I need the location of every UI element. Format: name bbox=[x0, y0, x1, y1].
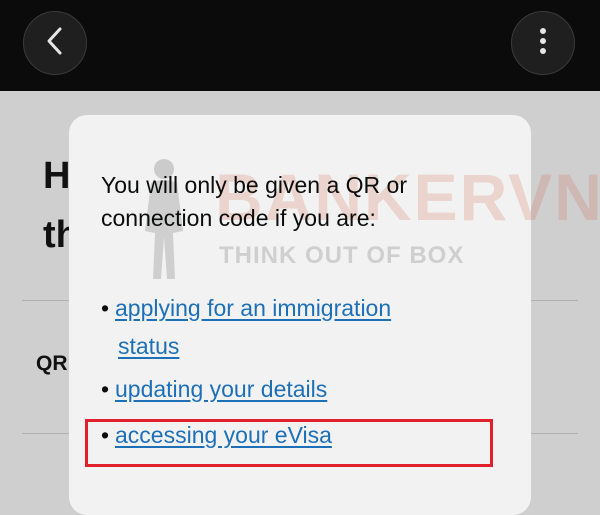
more-options-button[interactable] bbox=[511, 11, 575, 75]
chevron-left-icon bbox=[43, 26, 67, 61]
link-updating-details[interactable]: updating your details bbox=[115, 370, 327, 408]
link-applying-immigration-status-cont[interactable]: status bbox=[118, 327, 179, 365]
background-heading-line1: H bbox=[43, 155, 71, 197]
link-applying-immigration-status[interactable]: applying for an immigration bbox=[115, 289, 391, 327]
watermark-tagline: THINK OUT OF BOX bbox=[219, 242, 465, 269]
kebab-menu-icon bbox=[539, 27, 547, 60]
back-button[interactable] bbox=[23, 11, 87, 75]
bullet-icon: • bbox=[101, 295, 110, 321]
highlight-box bbox=[85, 419, 493, 467]
bullet-icon: • bbox=[101, 376, 110, 402]
background-row-label: QR bbox=[36, 352, 68, 375]
intro-text: You will only be given a QR or connectio… bbox=[101, 172, 407, 231]
top-app-bar bbox=[0, 0, 600, 91]
